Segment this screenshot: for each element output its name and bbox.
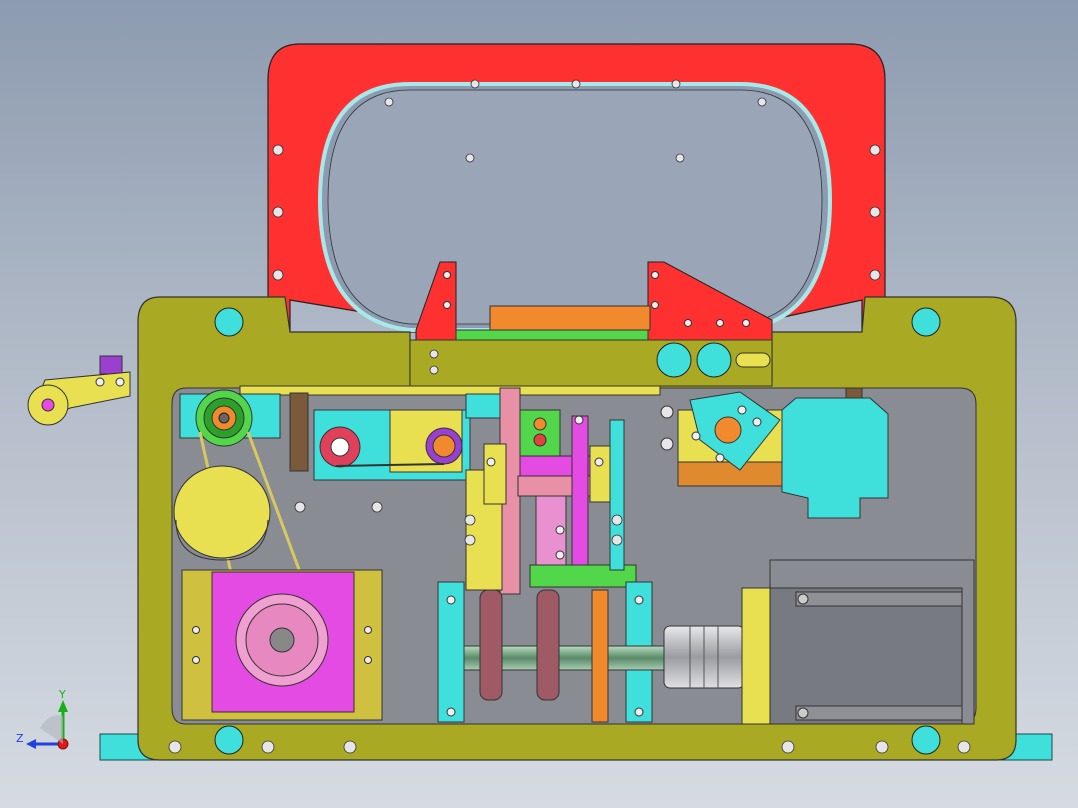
coordinate-triad-icon <box>26 700 69 750</box>
shaft-coupler <box>663 625 745 689</box>
cad-viewport[interactable]: Y Z <box>0 0 1078 808</box>
left-lever-arm <box>27 355 131 426</box>
stepper-motor <box>741 559 975 725</box>
triad-y-label: Y <box>58 688 66 701</box>
motor-mount-left <box>181 569 383 721</box>
triad-z-label: Z <box>16 732 24 745</box>
upper-pulley-assembly <box>179 389 281 447</box>
